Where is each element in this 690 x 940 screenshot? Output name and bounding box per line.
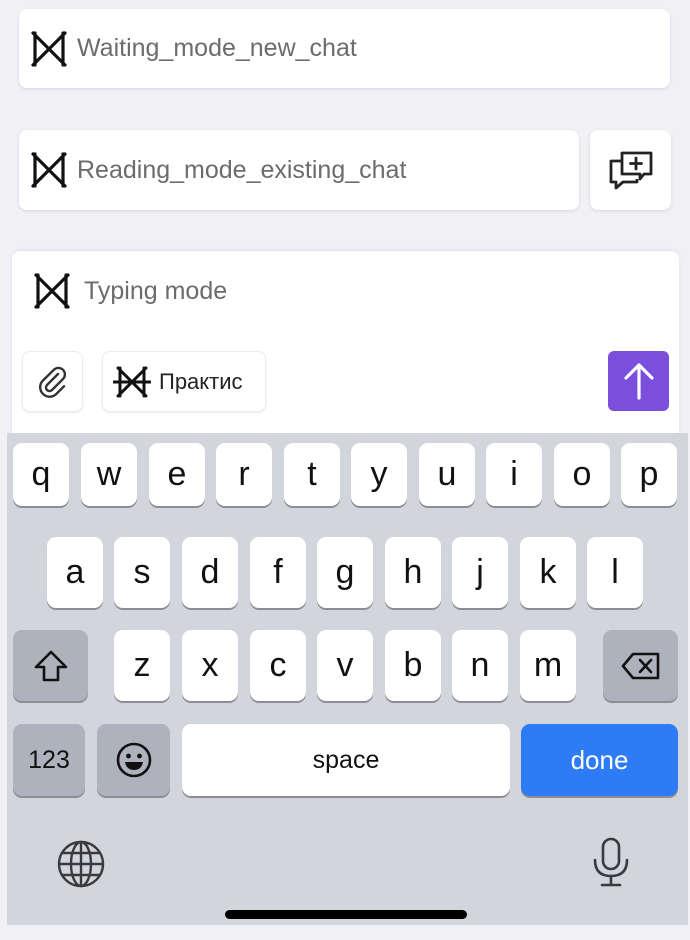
key-x[interactable]: x	[182, 630, 238, 701]
paperclip-icon	[36, 365, 70, 399]
new-chat-button[interactable]	[590, 130, 671, 210]
key-r[interactable]: r	[216, 443, 272, 506]
arrow-up-icon	[622, 361, 656, 401]
key-q[interactable]: q	[13, 443, 69, 506]
composer-input[interactable]: Typing mode	[32, 271, 227, 311]
microphone-icon[interactable]	[585, 836, 637, 888]
key-l[interactable]: l	[587, 537, 643, 608]
key-w[interactable]: w	[81, 443, 137, 506]
key-y[interactable]: y	[351, 443, 407, 506]
globe-icon[interactable]	[55, 838, 107, 890]
key-a[interactable]: a	[47, 537, 103, 608]
done-key[interactable]: done	[521, 724, 678, 796]
key-v[interactable]: v	[317, 630, 373, 701]
bowtie-icon	[32, 271, 72, 311]
shift-key[interactable]	[13, 630, 88, 701]
on-screen-keyboard: q w e r t y u i o p a s d f g h j k l z …	[7, 433, 688, 925]
emoji-key[interactable]	[97, 724, 170, 796]
attach-button[interactable]	[22, 351, 83, 412]
backspace-icon	[620, 651, 662, 681]
delete-key[interactable]	[603, 630, 678, 701]
numbers-key[interactable]: 123	[13, 724, 85, 796]
key-o[interactable]: o	[554, 443, 610, 506]
chat-item-waiting[interactable]: Waiting_mode_new_chat	[19, 9, 670, 88]
chat-item-label: Waiting_mode_new_chat	[77, 34, 357, 62]
key-f[interactable]: f	[250, 537, 306, 608]
key-s[interactable]: s	[114, 537, 170, 608]
shift-icon	[33, 649, 69, 683]
send-button[interactable]	[608, 351, 669, 411]
key-z[interactable]: z	[114, 630, 170, 701]
key-n[interactable]: n	[452, 630, 508, 701]
new-chat-icon	[606, 147, 656, 193]
key-d[interactable]: d	[182, 537, 238, 608]
key-m[interactable]: m	[520, 630, 576, 701]
key-t[interactable]: t	[284, 443, 340, 506]
space-key[interactable]: space	[182, 724, 510, 796]
chat-item-reading[interactable]: Reading_mode_existing_chat	[19, 130, 579, 210]
emoji-icon	[115, 741, 153, 779]
composer-panel: Typing mode Практис	[12, 251, 679, 441]
bowtie-crossed-icon	[112, 365, 152, 399]
key-u[interactable]: u	[419, 443, 475, 506]
bowtie-icon	[29, 150, 69, 190]
composer-placeholder: Typing mode	[84, 276, 228, 305]
key-g[interactable]: g	[317, 537, 373, 608]
key-k[interactable]: k	[520, 537, 576, 608]
key-b[interactable]: b	[385, 630, 441, 701]
key-e[interactable]: e	[149, 443, 205, 506]
bowtie-icon	[29, 29, 69, 69]
key-j[interactable]: j	[452, 537, 508, 608]
key-i[interactable]: i	[486, 443, 542, 506]
key-c[interactable]: c	[250, 630, 306, 701]
chat-item-label: Reading_mode_existing_chat	[77, 155, 407, 184]
practice-chip[interactable]: Практис	[102, 351, 266, 412]
home-indicator	[225, 910, 467, 919]
key-p[interactable]: p	[621, 443, 677, 506]
key-h[interactable]: h	[385, 537, 441, 608]
practice-chip-label: Практис	[159, 368, 243, 394]
